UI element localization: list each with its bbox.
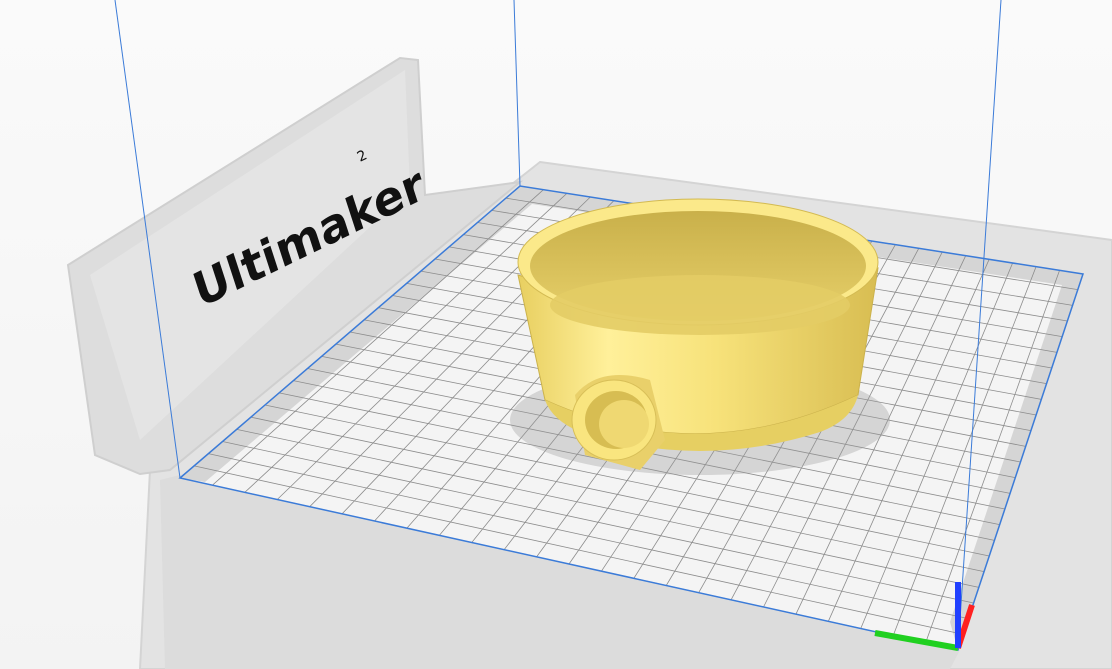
viewport-3d[interactable]: Ultimaker 2 — [0, 0, 1112, 669]
build-scene[interactable]: Ultimaker 2 — [0, 0, 1112, 669]
